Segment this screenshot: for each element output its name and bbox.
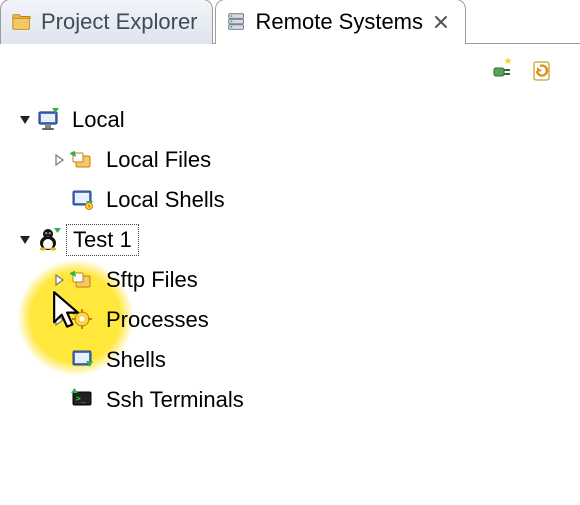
tab-label: Remote Systems: [256, 9, 424, 35]
tree-label: Sftp Files: [100, 265, 204, 295]
close-icon[interactable]: [431, 12, 451, 32]
files-icon: [70, 147, 96, 173]
view-toolbar: [0, 44, 580, 92]
tab-strip: Project Explorer Remote Systems: [0, 0, 580, 44]
tab-remote-systems[interactable]: Remote Systems: [215, 0, 467, 44]
tree-node-ssh-terminals[interactable]: Ssh Terminals: [18, 380, 576, 420]
linux-penguin-icon: [36, 227, 62, 253]
refresh-icon[interactable]: [530, 58, 554, 82]
twisty-spacer: [52, 353, 66, 367]
tree-node-sftp-files[interactable]: Sftp Files: [18, 260, 576, 300]
tree-label: Local: [66, 105, 131, 135]
tab-project-explorer[interactable]: Project Explorer: [0, 0, 213, 44]
twisty-spacer: [52, 193, 66, 207]
folder-icon: [11, 11, 33, 33]
shell-icon: [70, 347, 96, 373]
twisty-collapsed-icon[interactable]: [52, 273, 66, 287]
tree-label: Local Files: [100, 145, 217, 175]
tree-node-local[interactable]: Local: [18, 100, 576, 140]
monitor-icon: [36, 107, 62, 133]
tree-label: Local Shells: [100, 185, 231, 215]
files-icon: [70, 267, 96, 293]
tree-label: Ssh Terminals: [100, 385, 250, 415]
tree-node-test1[interactable]: Test 1: [18, 220, 576, 260]
shell-icon: [70, 187, 96, 213]
tree-node-shells[interactable]: Shells: [18, 340, 576, 380]
tree-label: Shells: [100, 345, 172, 375]
twisty-spacer: [52, 393, 66, 407]
twisty-expanded-icon[interactable]: [18, 233, 32, 247]
tree-label: Processes: [100, 305, 215, 335]
twisty-expanded-icon[interactable]: [18, 113, 32, 127]
tree-node-local-shells[interactable]: Local Shells: [18, 180, 576, 220]
terminal-icon: [70, 387, 96, 413]
tree-label: Test 1: [66, 224, 139, 256]
tree-node-processes[interactable]: Processes: [18, 300, 576, 340]
servers-icon: [226, 11, 248, 33]
twisty-collapsed-icon[interactable]: [52, 153, 66, 167]
tree-node-local-files[interactable]: Local Files: [18, 140, 576, 180]
connections-tree: Local Local Files Local Shells Test 1: [0, 92, 580, 424]
new-connection-icon[interactable]: [490, 58, 514, 82]
twisty-collapsed-icon[interactable]: [52, 313, 66, 327]
processes-icon: [70, 307, 96, 333]
tab-label: Project Explorer: [41, 9, 198, 35]
